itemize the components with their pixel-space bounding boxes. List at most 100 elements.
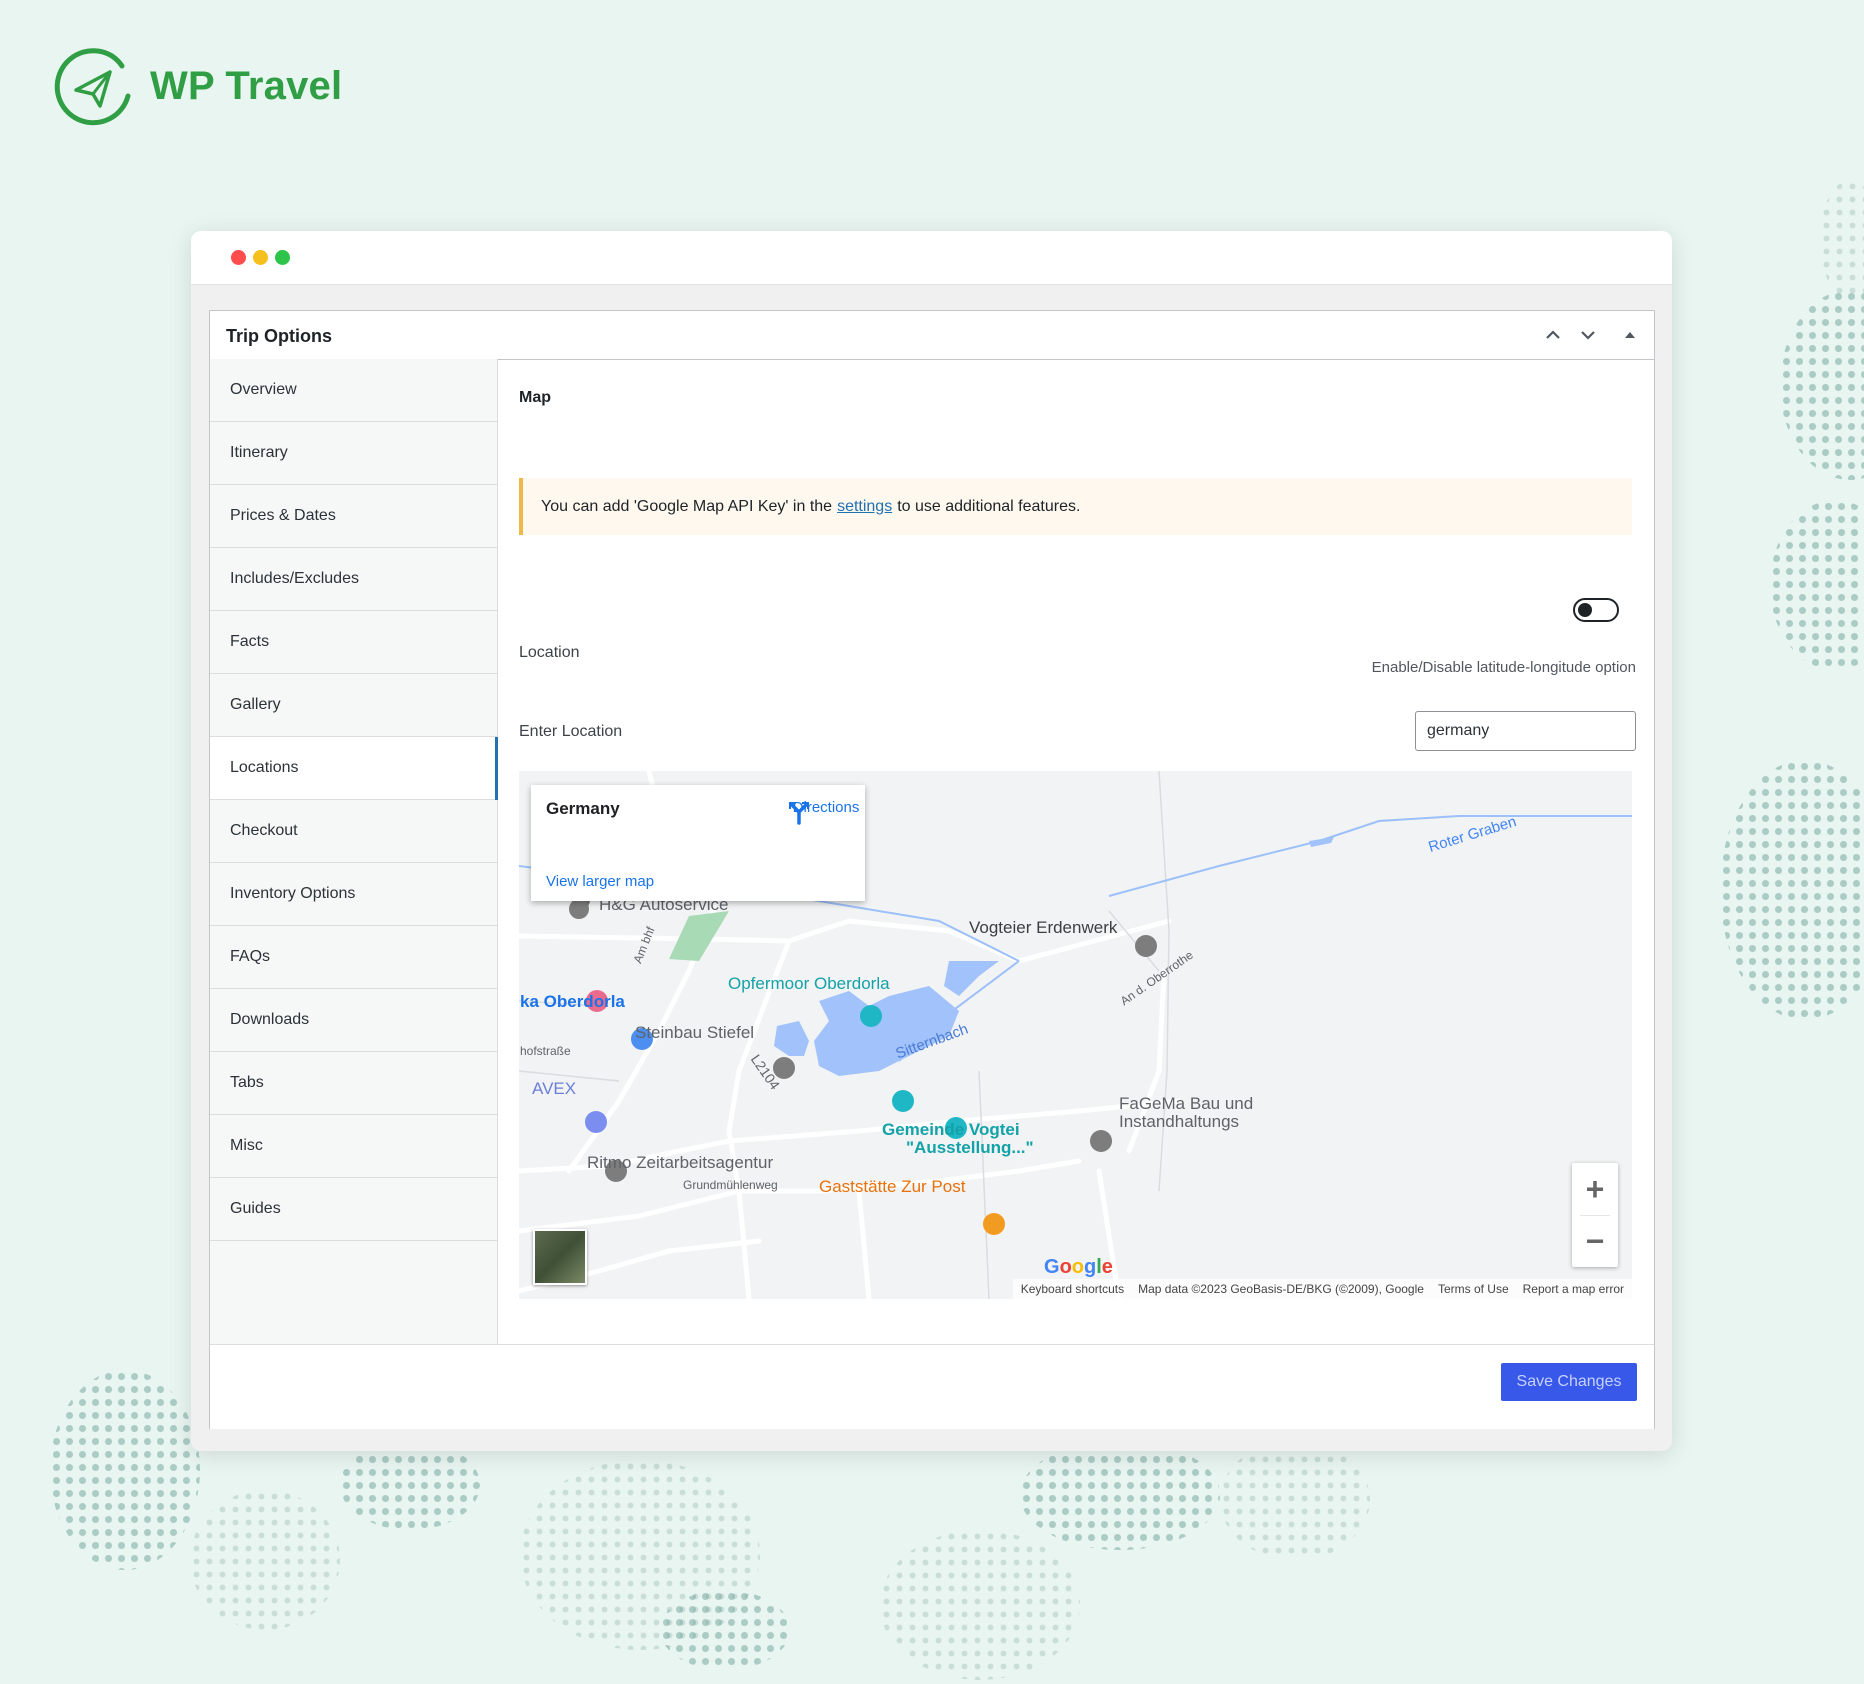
move-up-button[interactable] xyxy=(1543,325,1563,350)
section-title: Map xyxy=(519,389,551,406)
google-map[interactable]: H&G Autoservice Vogteier Erdenwerk Opfer… xyxy=(519,771,1632,1299)
tab-label: Itinerary xyxy=(230,444,288,461)
tab-label: Facts xyxy=(230,633,270,650)
map-poi[interactable]: Opfermoor Oberdorla xyxy=(728,974,890,994)
location-label: Location xyxy=(519,644,580,661)
tab-itinerary[interactable]: Itinerary xyxy=(210,422,497,485)
tab-checkout[interactable]: Checkout xyxy=(210,800,497,863)
map-road-label: hofstraße xyxy=(520,1044,571,1058)
map-poi: "Ausstellung..." xyxy=(906,1138,1034,1157)
minimize-window-dot[interactable] xyxy=(253,250,268,265)
toggle-panel-button[interactable] xyxy=(1620,325,1640,350)
locations-panel: Map You can add 'Google Map API Key' in … xyxy=(498,359,1654,1344)
map-poi[interactable]: Vogteier Erdenwerk xyxy=(969,918,1117,938)
chevron-up-icon xyxy=(1546,330,1560,339)
decorative-dots xyxy=(1220,1440,1370,1560)
window-titlebar xyxy=(191,231,1672,285)
terms-of-use-link[interactable]: Terms of Use xyxy=(1438,1282,1509,1296)
settings-link[interactable]: settings xyxy=(837,498,892,516)
zoom-in-button[interactable]: + xyxy=(1572,1163,1618,1215)
zoom-divider xyxy=(1580,1215,1610,1216)
notice-text-after: to use additional features. xyxy=(897,497,1081,515)
tab-facts[interactable]: Facts xyxy=(210,611,497,674)
tab-tabs[interactable]: Tabs xyxy=(210,1052,497,1115)
decorative-dots xyxy=(880,1530,1080,1680)
map-poi[interactable]: ka Oberdorla xyxy=(520,992,625,1012)
tab-label: Guides xyxy=(230,1200,281,1217)
map-poi: Instandhaltungs xyxy=(1119,1112,1240,1131)
decorative-dots xyxy=(660,1590,790,1670)
notice-text-before: You can add 'Google Map API Key' in the xyxy=(541,497,833,515)
map-poi[interactable]: Gemeinde Vogtei xyxy=(882,1120,1020,1140)
enter-location-label: Enter Location xyxy=(519,723,623,740)
tab-prices-dates[interactable]: Prices & Dates xyxy=(210,485,497,548)
decorative-dots xyxy=(1770,500,1864,670)
decorative-dots xyxy=(50,1370,200,1570)
decorative-dots xyxy=(1020,1440,1220,1550)
move-down-button[interactable] xyxy=(1578,325,1598,350)
browser-window: Trip Options Overview Itinerary Prices & D… xyxy=(191,231,1672,1451)
brand-logo: WP Travel xyxy=(52,44,342,128)
tab-downloads[interactable]: Downloads xyxy=(210,989,497,1052)
decorative-dots xyxy=(1820,180,1864,300)
chevron-down-icon xyxy=(1581,331,1595,340)
map-attribution: Keyboard shortcuts Map data ©2023 GeoBas… xyxy=(1012,1279,1632,1299)
tab-label: Prices & Dates xyxy=(230,507,336,524)
tab-inventory-options[interactable]: Inventory Options xyxy=(210,863,497,926)
tab-label: Locations xyxy=(230,759,299,776)
close-window-dot[interactable] xyxy=(231,250,246,265)
metabox-header: Trip Options xyxy=(210,311,1654,360)
map-zoom-controls: + − xyxy=(1572,1163,1618,1267)
tab-label: Overview xyxy=(230,381,297,398)
lat-long-toggle[interactable] xyxy=(1573,598,1619,622)
metabox-footer: Save Changes xyxy=(210,1344,1654,1429)
decorative-dots xyxy=(190,1490,340,1630)
satellite-toggle-thumbnail[interactable] xyxy=(533,1229,587,1285)
directions-icon xyxy=(789,802,809,825)
tab-label: Tabs xyxy=(230,1074,264,1091)
tab-label: FAQs xyxy=(230,948,271,965)
save-changes-button[interactable]: Save Changes xyxy=(1501,1363,1637,1401)
brand-name: WP Travel xyxy=(150,63,343,108)
map-info-window: Germany Directions View larger map xyxy=(531,785,865,901)
directions-button[interactable]: Directions xyxy=(786,799,866,825)
toggle-help-text: Enable/Disable latitude-longitude option xyxy=(1371,659,1636,676)
zoom-out-button[interactable]: − xyxy=(1572,1215,1618,1267)
place-name: Germany xyxy=(546,799,620,818)
tab-label: Downloads xyxy=(230,1011,310,1028)
triangle-up-icon xyxy=(1625,332,1635,338)
maximize-window-dot[interactable] xyxy=(275,250,290,265)
decorative-dots xyxy=(1720,760,1864,1020)
tab-label: Inventory Options xyxy=(230,885,356,902)
map-poi[interactable]: Ritmo Zeitarbeitsagentur xyxy=(587,1153,773,1173)
tab-faqs[interactable]: FAQs xyxy=(210,926,497,989)
map-poi[interactable]: Gaststätte Zur Post xyxy=(819,1177,965,1197)
tab-overview[interactable]: Overview xyxy=(210,359,497,422)
trip-options-tabs: Overview Itinerary Prices & Dates Includes/… xyxy=(210,359,498,1344)
trip-options-metabox: Trip Options Overview Itinerary Prices & D… xyxy=(209,310,1655,1429)
keyboard-shortcuts-link[interactable]: Keyboard shortcuts xyxy=(1021,1282,1124,1296)
tab-label: Gallery xyxy=(230,696,281,713)
map-data-text: Map data ©2023 GeoBasis-DE/BKG (©2009), … xyxy=(1138,1282,1424,1296)
tab-guides[interactable]: Guides xyxy=(210,1178,497,1241)
toggle-knob xyxy=(1578,603,1592,617)
google-logo: Google xyxy=(1044,1256,1113,1278)
map-road-label: Grundmühlenweg xyxy=(683,1178,778,1192)
tab-gallery[interactable]: Gallery xyxy=(210,674,497,737)
map-poi[interactable]: AVEX xyxy=(532,1079,576,1099)
decorative-dots xyxy=(340,1440,480,1530)
map-poi[interactable]: FaGeMa Bau und xyxy=(1119,1094,1253,1114)
tab-label: Checkout xyxy=(230,822,298,839)
metabox-title: Trip Options xyxy=(226,326,332,346)
api-key-notice: You can add 'Google Map API Key' in the … xyxy=(519,478,1632,535)
tab-label: Misc xyxy=(230,1137,263,1154)
report-map-error-link[interactable]: Report a map error xyxy=(1523,1282,1624,1296)
tab-locations[interactable]: Locations xyxy=(210,737,498,800)
paper-plane-icon xyxy=(54,48,131,126)
location-input[interactable] xyxy=(1415,711,1636,751)
map-poi[interactable]: Steinbau Stiefel xyxy=(635,1023,754,1043)
decorative-dots xyxy=(1780,290,1864,480)
tab-includes-excludes[interactable]: Includes/Excludes xyxy=(210,548,497,611)
tab-misc[interactable]: Misc xyxy=(210,1115,497,1178)
view-larger-map-link[interactable]: View larger map xyxy=(546,873,654,890)
